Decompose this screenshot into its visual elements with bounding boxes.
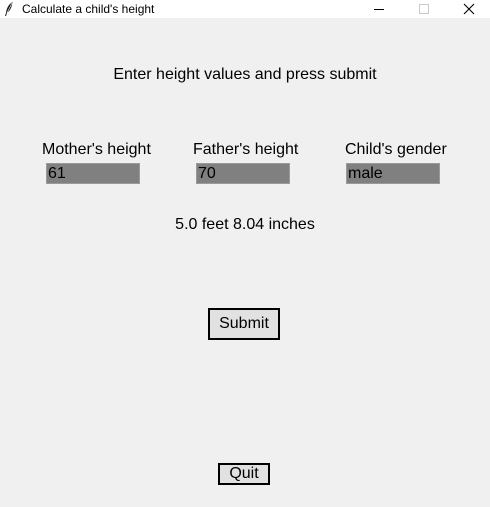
child-gender-input[interactable] [346,163,440,184]
mother-height-label: Mother's height [42,141,151,158]
submit-button[interactable]: Submit [208,308,280,340]
quit-button[interactable]: Quit [218,463,270,485]
title-bar[interactable]: Calculate a child's height [0,0,490,18]
child-gender-label: Child's gender [345,141,447,158]
instruction-label: Enter height values and press submit [113,66,377,83]
minimize-button[interactable] [357,0,401,18]
maximize-icon [419,4,429,14]
close-button[interactable] [447,0,490,18]
result-label: 5.0 feet 8.04 inches [175,216,315,233]
window-title: Calculate a child's height [22,2,155,16]
maximize-button[interactable] [402,0,446,18]
minimize-icon [374,9,384,10]
father-height-input[interactable] [196,163,290,184]
window-content: Enter height values and press submit Mot… [0,24,490,507]
father-height-label: Father's height [193,141,299,158]
feather-icon [4,1,14,17]
mother-height-input[interactable] [46,163,140,184]
close-icon [463,3,475,15]
